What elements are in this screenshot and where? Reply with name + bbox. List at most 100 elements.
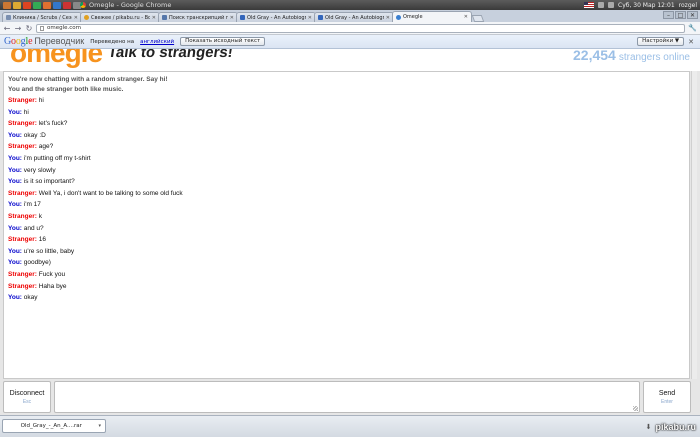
sender-you: You: xyxy=(8,178,22,186)
omegle-header: omegle Talk to strangers! 22,454 strange… xyxy=(0,49,700,71)
window-title: Omegle - Google Chrome xyxy=(80,0,171,10)
sender-you: You: xyxy=(8,247,22,255)
chat-message: You: u're so little, baby xyxy=(8,246,685,258)
page-icon xyxy=(40,25,44,31)
download-item[interactable]: Old_Gray_-_An_A....rar ▾ xyxy=(2,419,106,433)
new-tab-button[interactable] xyxy=(471,15,485,22)
close-icon[interactable]: ✕ xyxy=(688,38,694,46)
message-text: age? xyxy=(38,143,54,151)
sender-stranger: Stranger: xyxy=(8,120,37,128)
terminal-icon[interactable] xyxy=(53,1,61,9)
sender-stranger: Stranger: xyxy=(8,189,37,197)
launcher-icons xyxy=(0,1,81,9)
chat-scrollbar[interactable] xyxy=(691,71,697,379)
message-text: is it so important? xyxy=(23,178,75,186)
close-window-button[interactable]: ✕ xyxy=(687,11,698,19)
sender-you: You: xyxy=(8,224,22,232)
chevron-down-icon[interactable]: ▾ xyxy=(98,423,101,429)
omegle-logo[interactable]: omegle xyxy=(10,49,103,69)
apps-icon[interactable] xyxy=(3,1,11,9)
reload-icon[interactable]: ↻ xyxy=(25,24,33,33)
message-text: hi xyxy=(38,97,44,104)
message-text: i'm 17 xyxy=(23,201,41,209)
chat-message: Stranger: Well Ya, i don't want to be ta… xyxy=(8,188,685,200)
sender-you: You: xyxy=(8,154,22,162)
browser-icon[interactable] xyxy=(23,1,31,9)
tab-pikabu[interactable]: Свежее / pikabu.ru - Все ✕ xyxy=(80,12,160,22)
sender-you: You: xyxy=(8,201,22,209)
close-icon[interactable]: ✕ xyxy=(74,15,78,21)
tab-strip: Клиника / Scrubs / Сезон ✕ Свежее / pika… xyxy=(0,10,700,22)
sender-stranger: Stranger: xyxy=(8,97,37,104)
message-input[interactable] xyxy=(54,381,640,413)
message-text: u're so little, baby xyxy=(23,247,75,255)
sender-stranger: Stranger: xyxy=(8,282,37,290)
omegle-tagline: Talk to strangers! xyxy=(106,49,234,61)
tab-old-gray-2[interactable]: Old Gray - An Autobiograp ✕ xyxy=(314,12,394,22)
message-text: hi xyxy=(23,108,29,116)
chat-message: You: goodbye) xyxy=(8,257,685,269)
sender-stranger: Stranger: xyxy=(8,212,37,220)
close-icon[interactable]: ✕ xyxy=(386,15,390,21)
show-original-button[interactable]: Показать исходный текст xyxy=(180,37,266,46)
back-arrow-icon[interactable]: ← xyxy=(3,24,11,33)
google-translate-logo: Google Переводчик xyxy=(4,36,85,47)
close-icon[interactable]: ✕ xyxy=(308,15,312,21)
send-button[interactable]: Send Enter xyxy=(643,381,691,413)
address-bar[interactable]: omegle.com xyxy=(36,23,686,33)
tab-favicon-icon xyxy=(162,15,167,20)
tab-omegle[interactable]: Omegle ✕ xyxy=(392,11,472,22)
sender-you: You: xyxy=(8,108,22,116)
disconnect-button[interactable]: Disconnect Esc xyxy=(3,381,51,413)
minimize-button[interactable]: – xyxy=(663,11,674,19)
language-select[interactable]: английский xyxy=(140,39,174,45)
chat-message: You: and u? xyxy=(8,223,685,235)
maximize-button[interactable]: □ xyxy=(675,11,686,19)
network-icon[interactable] xyxy=(598,2,604,8)
message-text: okay :D xyxy=(23,131,46,139)
url-text[interactable]: omegle.com xyxy=(47,25,81,31)
close-icon[interactable]: ✕ xyxy=(464,14,468,20)
close-icon[interactable]: ✕ xyxy=(230,15,234,21)
message-text: Fuck you xyxy=(38,270,66,278)
tab-favicon-icon xyxy=(240,15,245,20)
download-arrow-icon[interactable]: ⬇ xyxy=(646,423,652,431)
tab-scrubs[interactable]: Клиника / Scrubs / Сезон ✕ xyxy=(2,12,82,22)
tab-favicon-icon xyxy=(84,15,89,20)
keyboard-layout-flag-icon[interactable] xyxy=(584,2,594,8)
resize-grip-icon[interactable] xyxy=(633,406,638,411)
chat-message: Stranger: let's fuck? xyxy=(8,118,685,130)
message-text: okay xyxy=(23,294,38,302)
clock[interactable]: Суб, 30 Мар 12:01 xyxy=(618,2,675,9)
chat-log: You're now chatting with a random strang… xyxy=(3,71,690,379)
sender-stranger: Stranger: xyxy=(8,270,37,278)
message-text: Well Ya, i don't want to be talking to s… xyxy=(38,189,183,197)
tab-favicon-icon xyxy=(396,14,401,20)
firefox-icon[interactable] xyxy=(43,1,51,9)
sender-you: You: xyxy=(8,294,22,302)
forward-arrow-icon[interactable]: → xyxy=(14,24,22,33)
download-file-name: Old_Gray_-_An_A....rar xyxy=(20,423,82,429)
tab-transcripts[interactable]: Поиск транскрипций по ✕ xyxy=(158,12,238,22)
tab-old-gray-1[interactable]: Old Gray - An Autobiograp ✕ xyxy=(236,12,316,22)
online-count: 22,454 strangers online xyxy=(573,49,690,63)
sender-stranger: Stranger: xyxy=(8,236,37,244)
message-text: k xyxy=(38,212,42,220)
chat-message: You: hi xyxy=(8,107,685,119)
chat-message: Stranger: 16 xyxy=(8,234,685,246)
chat-message: You: very slowly xyxy=(8,165,685,177)
chrome-launcher-icon[interactable] xyxy=(33,1,41,9)
close-icon[interactable]: ✕ xyxy=(152,15,156,21)
message-list: Stranger: hi You: hi Stranger: let's fuck?… xyxy=(8,95,685,304)
volume-icon[interactable] xyxy=(608,2,614,8)
wrench-icon[interactable]: 🔧 xyxy=(688,24,697,32)
media-icon[interactable] xyxy=(63,1,71,9)
downloads-bar: Old_Gray_-_An_A....rar ▾ ⬇ pikabu.ru xyxy=(0,415,700,437)
username[interactable]: rozgel xyxy=(679,2,697,9)
translate-settings-button[interactable]: Настройки ▼ xyxy=(637,37,685,46)
message-text: i'm putting off my t-shirt xyxy=(23,154,91,162)
chat-message: Stranger: hi xyxy=(8,95,685,107)
files-icon[interactable] xyxy=(13,1,21,9)
message-text: and u? xyxy=(23,224,44,232)
chat-message: You: okay xyxy=(8,292,685,304)
